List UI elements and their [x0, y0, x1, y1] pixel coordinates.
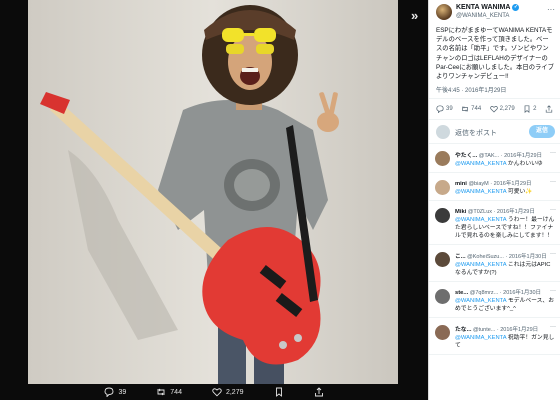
more-options-icon[interactable]: ···: [550, 251, 556, 257]
reply-author-name[interactable]: やたく...: [455, 153, 477, 159]
media-viewer: » 39 744 2,279: [0, 0, 428, 400]
reply-item[interactable]: こ... @KoheiSuzu... · 2016年1月30日 ··· @WANIM…: [429, 245, 560, 283]
viewer-reply-action[interactable]: 39: [104, 387, 126, 397]
more-options-icon[interactable]: ···: [547, 5, 555, 14]
reply-handle-date: @TAK... · 2016年1月29日: [477, 153, 543, 160]
tweet-photo[interactable]: [28, 0, 398, 384]
reply-text: @WANIMA_KENTA これは元はAPICなるんですか(?): [455, 261, 555, 277]
share-icon: [545, 105, 553, 113]
reply-item[interactable]: やたく... @TAK... · 2016年1月29日 ··· @WANIMA_KE…: [429, 144, 560, 174]
author-handle[interactable]: @WANIMA_KENTA: [456, 13, 509, 19]
like-action[interactable]: 2,279: [489, 105, 515, 113]
reply-handle-date: @7q8mrz... · 2016年1月30日: [468, 290, 542, 297]
reply-avatar[interactable]: [435, 151, 450, 167]
more-options-icon[interactable]: ···: [550, 179, 556, 185]
retweet-icon: [462, 106, 468, 112]
reply-text: @WANIMA_KENTA モデルベース、おめでとうございます^_^: [455, 297, 555, 313]
tweet-header: KENTA WANIMA ✓ @WANIMA_KENTA ···: [429, 0, 560, 24]
reply-icon: [105, 387, 114, 397]
reply-author-name[interactable]: ste...: [455, 290, 468, 296]
reply-composer: 返信をポスト 返信: [429, 120, 560, 145]
viewer-share-action[interactable]: [314, 387, 324, 397]
reply-author-name[interactable]: mini: [455, 181, 467, 187]
tweet-timestamp[interactable]: 午後4:45 · 2016年1月29日: [429, 81, 560, 100]
more-options-icon[interactable]: ···: [550, 207, 556, 213]
reply-handle-date: @T0ZLux · 2016年1月29日: [466, 209, 535, 216]
viewer-like-action[interactable]: 2,279: [212, 387, 244, 397]
author-avatar[interactable]: [436, 4, 452, 20]
reply-avatar[interactable]: [435, 208, 450, 224]
reply-icon: [436, 105, 444, 114]
like-count: 2,279: [499, 106, 515, 113]
author-display-name: KENTA WANIMA: [456, 4, 511, 11]
reply-list: やたく... @TAK... · 2016年1月29日 ··· @WANIMA_KE…: [429, 144, 560, 356]
retweet-icon: [157, 388, 165, 396]
reply-handle-date: @KoheiSuzu... · 2016年1月30日: [465, 254, 547, 261]
retweet-action[interactable]: 744: [461, 105, 481, 113]
reply-handle-date: @biayM · 2016年1月29日: [466, 181, 532, 188]
retweet-count: 744: [471, 106, 482, 113]
reply-header: たな... @tunte... · 2016年1月29日: [455, 324, 555, 333]
viewer-retweet-action[interactable]: 744: [156, 387, 182, 397]
reply-item[interactable]: たな... @tunte... · 2016年1月29日 ··· @WANIMA_K…: [429, 318, 560, 356]
reply-author-name[interactable]: こ...: [455, 254, 466, 260]
reply-mention-link[interactable]: @WANIMA_KENTA: [455, 189, 508, 195]
reply-mention-link[interactable]: @WANIMA_KENTA: [455, 298, 508, 304]
verified-badge-icon: ✓: [512, 4, 520, 11]
viewer-reply-count: 39: [118, 388, 127, 396]
reply-avatar[interactable]: [435, 289, 450, 305]
reply-author-name[interactable]: たな...: [455, 327, 471, 333]
bookmark-icon: [524, 105, 530, 114]
reply-avatar[interactable]: [435, 180, 450, 196]
viewer-like-count: 2,279: [225, 388, 244, 396]
reply-header: やたく... @TAK... · 2016年1月29日: [455, 150, 555, 159]
app-root: » 39 744 2,279 KENTA WANIMA ✓ @WANIMA_KE…: [0, 0, 560, 400]
share-action[interactable]: [545, 105, 553, 113]
heart-icon: [212, 388, 222, 397]
bookmark-count: 2: [533, 106, 537, 113]
reply-text: @WANIMA_KENTA 可愛い✨: [455, 188, 555, 196]
reply-header: Miki @T0ZLux · 2016年1月29日: [455, 207, 555, 215]
reply-handle-date: @tunte... · 2016年1月29日: [471, 327, 539, 334]
reply-header: mini @biayM · 2016年1月29日: [455, 179, 555, 187]
reply-action[interactable]: 39: [436, 105, 453, 114]
viewer-action-bar: 39 744 2,279: [0, 384, 428, 400]
viewer-retweet-count: 744: [170, 388, 182, 396]
reply-mention-link[interactable]: @WANIMA_KENTA: [455, 217, 508, 223]
photo-illustration: [28, 0, 398, 384]
more-options-icon[interactable]: ···: [550, 288, 556, 294]
reply-item[interactable]: mini @biayM · 2016年1月29日 ··· @WANIMA_KENTA…: [429, 173, 560, 202]
more-options-icon[interactable]: ···: [550, 324, 556, 330]
double-chevron-right-icon[interactable]: »: [411, 8, 418, 23]
reply-avatar[interactable]: [435, 252, 450, 268]
bookmark-action[interactable]: 2: [523, 105, 537, 114]
reply-mention-link[interactable]: @WANIMA_KENTA: [455, 161, 508, 167]
reply-text: @WANIMA_KENTA 祝助平！ガン見して: [455, 334, 555, 350]
more-options-icon[interactable]: ···: [550, 150, 556, 156]
reply-body: かんわいいゆ: [507, 161, 543, 168]
current-user-avatar: [436, 125, 450, 140]
author-name-row[interactable]: KENTA WANIMA ✓: [456, 4, 520, 11]
reply-avatar[interactable]: [435, 325, 450, 341]
heart-icon: [489, 106, 498, 113]
reply-count: 39: [446, 106, 453, 113]
tweet-stats-bar: 39 744 2,279 2: [429, 99, 560, 121]
viewer-bookmark-action[interactable]: [274, 387, 284, 397]
reply-item[interactable]: Miki @T0ZLux · 2016年1月29日 ··· @WANIMA_KENT…: [429, 201, 560, 246]
tweet-body: ESPにわがままゆーてWANIMA KENTAモデルのベースを作って頂きました。…: [436, 27, 554, 81]
reply-mention-link[interactable]: @WANIMA_KENTA: [455, 262, 508, 268]
reply-input[interactable]: 返信をポスト: [455, 128, 497, 138]
bookmark-icon: [275, 387, 282, 397]
share-icon: [314, 387, 323, 397]
reply-submit-button[interactable]: 返信: [529, 125, 555, 139]
reply-header: ste... @7q8mrz... · 2016年1月30日: [455, 288, 555, 296]
reply-header: こ... @KoheiSuzu... · 2016年1月30日: [455, 251, 555, 260]
reply-author-name[interactable]: Miki: [455, 209, 466, 215]
reply-body: 可愛い✨: [507, 189, 533, 196]
reply-text: @WANIMA_KENTA かんわいいゆ: [455, 160, 555, 168]
reply-mention-link[interactable]: @WANIMA_KENTA: [455, 335, 508, 341]
reply-text: @WANIMA_KENTA うわー！最ーけんた君らしいベースですね！！ファイナル…: [455, 216, 555, 240]
reply-item[interactable]: ste... @7q8mrz... · 2016年1月30日 ··· @WANIMA…: [429, 282, 560, 319]
tweet-detail-panel: KENTA WANIMA ✓ @WANIMA_KENTA ··· ESPにわがま…: [428, 0, 560, 400]
